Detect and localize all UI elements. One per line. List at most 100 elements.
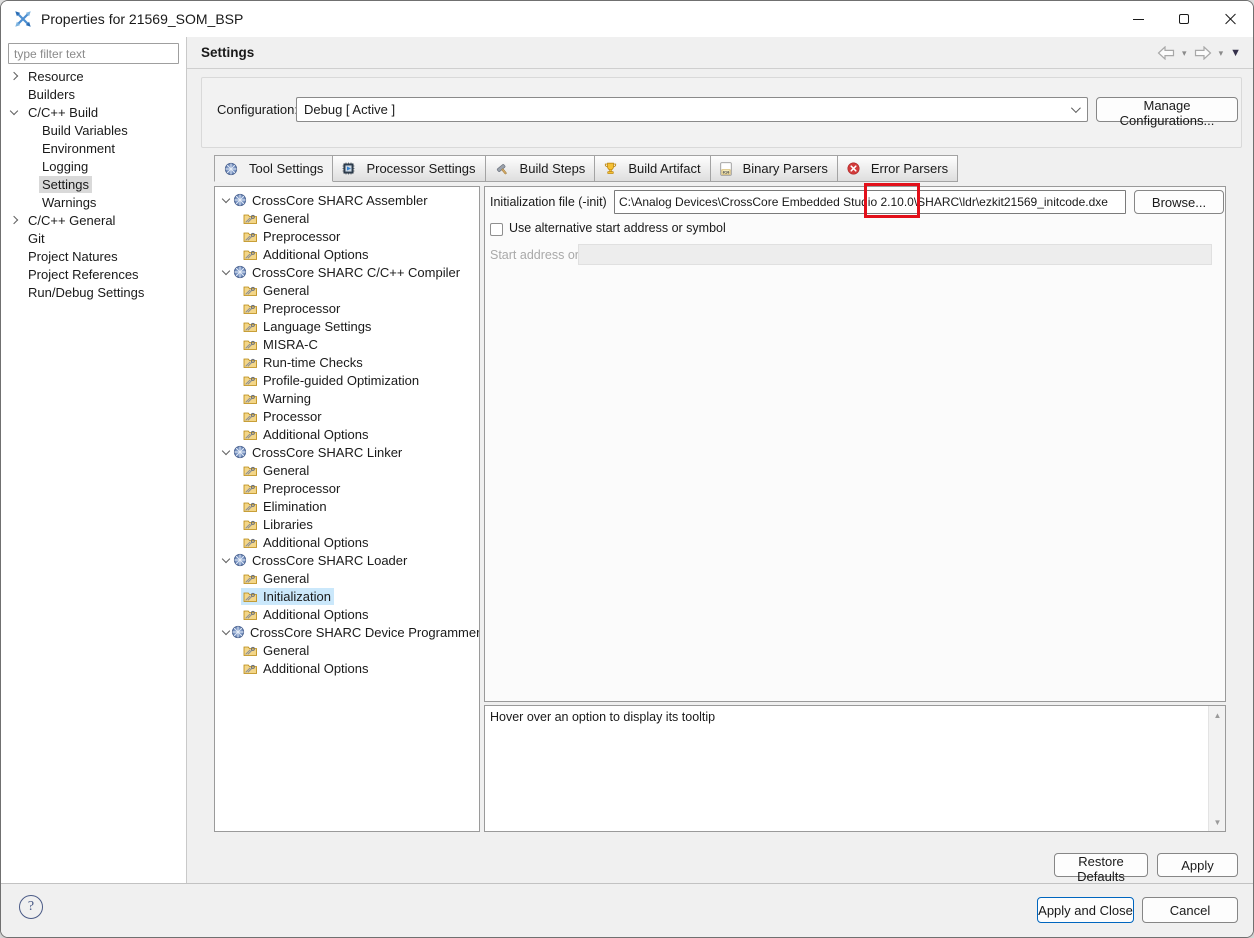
tab-build-steps[interactable]: Build Steps — [485, 155, 596, 182]
expander-icon[interactable] — [215, 198, 231, 202]
tab-processor-settings[interactable]: Processor Settings — [332, 155, 485, 182]
sidebar-item-build-variables[interactable]: Build Variables — [1, 121, 186, 139]
expander-icon[interactable] — [215, 630, 229, 634]
tab-error-parsers[interactable]: Error Parsers — [837, 155, 958, 182]
tool-tree-item-label: Elimination — [263, 499, 327, 514]
settings-page-icon — [243, 320, 258, 333]
tool-tree-item-preprocessor[interactable]: Preprocessor — [215, 479, 479, 497]
apply-and-close-button[interactable]: Apply and Close — [1037, 897, 1134, 923]
settings-page-icon — [243, 230, 258, 243]
tool-tree-group-crosscore-sharc-assembler[interactable]: CrossCore SHARC Assembler — [215, 191, 479, 209]
tool-tree-item-general[interactable]: General — [215, 281, 479, 299]
view-menu-icon[interactable]: ▼ — [1230, 48, 1241, 59]
tool-tree-item-preprocessor[interactable]: Preprocessor — [215, 299, 479, 317]
sidebar-item-label: Warnings — [39, 194, 99, 211]
tool-tree-item-general[interactable]: General — [215, 569, 479, 587]
tool-tree-item-processor[interactable]: Processor — [215, 407, 479, 425]
tab-build-artifact[interactable]: Build Artifact — [594, 155, 710, 182]
sidebar-item-c-c-general[interactable]: C/C++ General — [1, 211, 186, 229]
tool-tree-group-crosscore-sharc-c-c-compiler[interactable]: CrossCore SHARC C/C++ Compiler — [215, 263, 479, 281]
tab-binary-parsers[interactable]: 010Binary Parsers — [710, 155, 838, 182]
tool-tree-item-additional-options[interactable]: Additional Options — [215, 425, 479, 443]
tool-tree-item-additional-options[interactable]: Additional Options — [215, 605, 479, 623]
sidebar-item-settings[interactable]: Settings — [1, 175, 186, 193]
sidebar-item-resource[interactable]: Resource — [1, 67, 186, 85]
forward-icon[interactable] — [1194, 46, 1212, 60]
close-button[interactable] — [1207, 1, 1253, 37]
tool-tree-item-initialization[interactable]: Initialization — [215, 587, 479, 605]
scroll-up-icon[interactable]: ▲ — [1209, 707, 1226, 723]
tab-label: Build Steps — [520, 161, 586, 176]
settings-page-icon — [243, 428, 258, 441]
cancel-button[interactable]: Cancel — [1142, 897, 1238, 923]
tool-tree-group-crosscore-sharc-linker[interactable]: CrossCore SHARC Linker — [215, 443, 479, 461]
sidebar-item-label: Logging — [39, 158, 91, 175]
tool-tree-item-run-time-checks[interactable]: Run-time Checks — [215, 353, 479, 371]
sidebar-item-run-debug-settings[interactable]: Run/Debug Settings — [1, 283, 186, 301]
app-icon — [13, 9, 33, 29]
tool-tree-item-general[interactable]: General — [215, 461, 479, 479]
expander-icon[interactable] — [215, 450, 231, 454]
restore-defaults-button[interactable]: Restore Defaults — [1054, 853, 1148, 877]
expander-icon[interactable] — [7, 110, 25, 114]
expander-icon[interactable] — [7, 73, 25, 79]
tool-tree-item-additional-options[interactable]: Additional Options — [215, 659, 479, 677]
tool-tree-group-label: CrossCore SHARC Loader — [252, 553, 407, 568]
sidebar-item-project-natures[interactable]: Project Natures — [1, 247, 186, 265]
tool-tree-item-warning[interactable]: Warning — [215, 389, 479, 407]
tool-settings-tree: CrossCore SHARC AssemblerGeneralPreproce… — [214, 186, 480, 832]
scroll-down-icon[interactable]: ▼ — [1209, 814, 1226, 830]
tool-tree-item-label: Profile-guided Optimization — [263, 373, 419, 388]
settings-page-icon — [243, 644, 258, 657]
tool-tree-item-misra-c[interactable]: MISRA-C — [215, 335, 479, 353]
tool-tree-item-elimination[interactable]: Elimination — [215, 497, 479, 515]
tool-tree-group-label: CrossCore SHARC Assembler — [252, 193, 428, 208]
sidebar-item-warnings[interactable]: Warnings — [1, 193, 186, 211]
tool-tree-group-crosscore-sharc-loader[interactable]: CrossCore SHARC Loader — [215, 551, 479, 569]
expander-icon[interactable] — [215, 558, 231, 562]
expander-icon[interactable] — [7, 217, 25, 223]
chevron-down-icon — [1071, 103, 1081, 113]
tool-tree-item-profile-guided-optimization[interactable]: Profile-guided Optimization — [215, 371, 479, 389]
sidebar-item-git[interactable]: Git — [1, 229, 186, 247]
settings-page-icon — [243, 374, 258, 387]
sidebar-item-c-c-build[interactable]: C/C++ Build — [1, 103, 186, 121]
sidebar-item-builders[interactable]: Builders — [1, 85, 186, 103]
expander-icon[interactable] — [215, 270, 231, 274]
help-button[interactable]: ? — [19, 895, 43, 919]
tool-tree-item-libraries[interactable]: Libraries — [215, 515, 479, 533]
sidebar-item-logging[interactable]: Logging — [1, 157, 186, 175]
configuration-label: Configuration: — [217, 102, 298, 117]
configuration-combobox[interactable]: Debug [ Active ] — [296, 97, 1088, 122]
svg-text:010: 010 — [722, 171, 730, 175]
filter-input[interactable] — [8, 43, 179, 64]
back-dropdown-icon[interactable]: ▾ — [1182, 49, 1187, 58]
apply-button[interactable]: Apply — [1157, 853, 1238, 877]
sidebar-item-environment[interactable]: Environment — [1, 139, 186, 157]
tool-tree-item-general[interactable]: General — [215, 209, 479, 227]
tool-tree-item-additional-options[interactable]: Additional Options — [215, 533, 479, 551]
tool-tree-item-language-settings[interactable]: Language Settings — [215, 317, 479, 335]
manage-configurations-button[interactable]: Manage Configurations... — [1096, 97, 1238, 122]
init-file-input[interactable] — [614, 190, 1126, 214]
settings-page-icon — [243, 482, 258, 495]
tool-tree-item-general[interactable]: General — [215, 641, 479, 659]
forward-dropdown-icon[interactable]: ▾ — [1219, 49, 1224, 58]
back-icon[interactable] — [1157, 46, 1175, 60]
tab-tool-settings[interactable]: Tool Settings — [214, 155, 333, 182]
tooltip-scrollbar[interactable]: ▲ ▼ — [1208, 706, 1225, 831]
tool-tree-group-cell: CrossCore SHARC Device Programmer — [229, 624, 480, 641]
alt-start-checkbox[interactable] — [490, 223, 503, 236]
close-icon — [1224, 13, 1236, 25]
tool-tree-group-label: CrossCore SHARC Linker — [252, 445, 402, 460]
sidebar-item-label: Resource — [25, 68, 87, 85]
tool-tree-item-label: Libraries — [263, 517, 313, 532]
tool-tree-item-additional-options[interactable]: Additional Options — [215, 245, 479, 263]
minimize-button[interactable] — [1115, 1, 1161, 37]
tool-tree-item-label: Warning — [263, 391, 311, 406]
tool-tree-group-crosscore-sharc-device-programmer[interactable]: CrossCore SHARC Device Programmer — [215, 623, 479, 641]
tool-tree-item-preprocessor[interactable]: Preprocessor — [215, 227, 479, 245]
maximize-button[interactable] — [1161, 1, 1207, 37]
sidebar-item-project-references[interactable]: Project References — [1, 265, 186, 283]
browse-button[interactable]: Browse... — [1134, 190, 1224, 214]
